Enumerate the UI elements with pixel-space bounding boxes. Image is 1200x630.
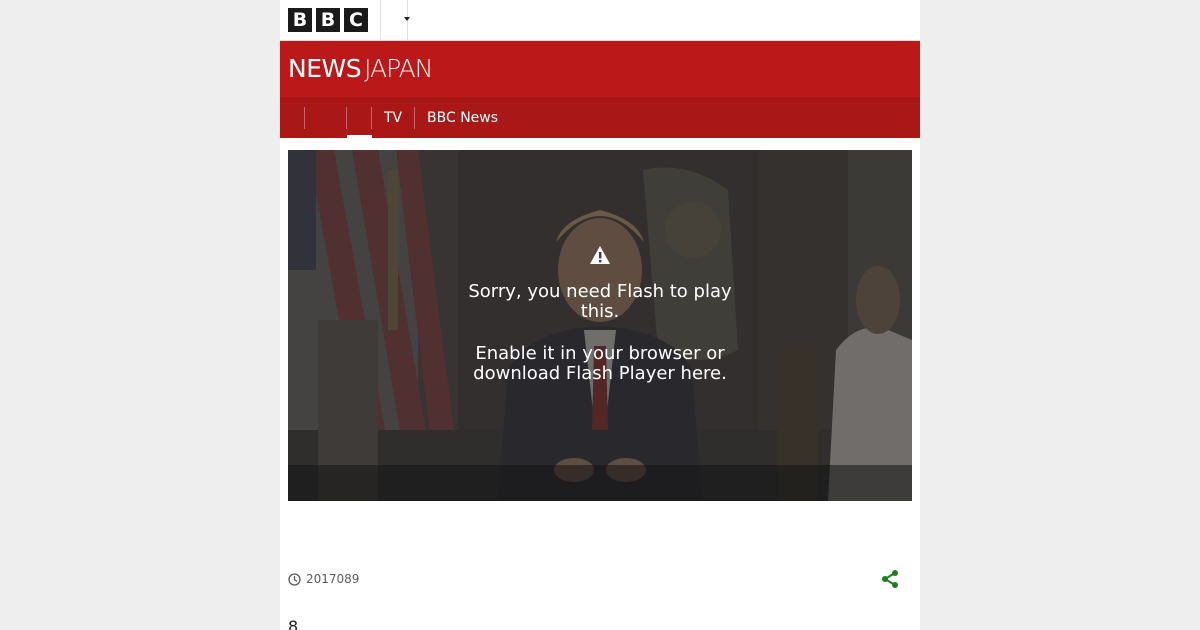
nav-divider — [414, 107, 415, 129]
nav-item-tv[interactable]: TV — [384, 107, 402, 129]
flash-message-line2[interactable]: Enable it in your browser or download Fl… — [450, 344, 750, 384]
nav-item-bbc-news[interactable]: BBC News — [427, 107, 498, 129]
bbc-logo-letter-b2: B — [316, 8, 340, 32]
player-control-strip[interactable] — [288, 465, 912, 501]
nav-item-1[interactable] — [312, 107, 338, 129]
warning-icon — [590, 246, 610, 264]
article-body-text: 8 — [288, 617, 299, 630]
nav-divider — [304, 107, 305, 129]
nav-active-indicator — [347, 135, 372, 138]
page: B B C NEWS JAPAN TV BBC News Sorry, you … — [280, 0, 920, 630]
flash-required-message: Sorry, you need Flash to play this. Enab… — [450, 282, 750, 406]
news-header: NEWS JAPAN — [280, 41, 920, 97]
chevron-down-icon — [404, 17, 410, 21]
bbc-masthead: B B C — [280, 0, 920, 41]
bbc-logo-letter-c: C — [344, 8, 368, 32]
publish-date: 2017089 — [306, 572, 360, 586]
nav-divider — [346, 107, 347, 129]
nav-item-2-active[interactable] — [350, 107, 370, 129]
brand-region: JAPAN — [364, 54, 433, 83]
more-menu-button[interactable] — [380, 0, 410, 40]
bbc-logo[interactable]: B B C — [288, 8, 368, 32]
brand-news: NEWS — [288, 54, 362, 83]
share-icon[interactable] — [880, 569, 900, 589]
news-brand[interactable]: NEWS JAPAN — [288, 54, 433, 84]
media-player[interactable]: Sorry, you need Flash to play this. Enab… — [288, 150, 912, 501]
section-nav: TV BBC News — [280, 97, 920, 138]
clock-icon — [288, 572, 301, 586]
flash-message-line1: Sorry, you need Flash to play this. — [468, 281, 732, 322]
article-meta: 2017089 — [288, 570, 359, 588]
nav-divider — [371, 107, 372, 129]
bbc-logo-letter-b1: B — [288, 8, 312, 32]
